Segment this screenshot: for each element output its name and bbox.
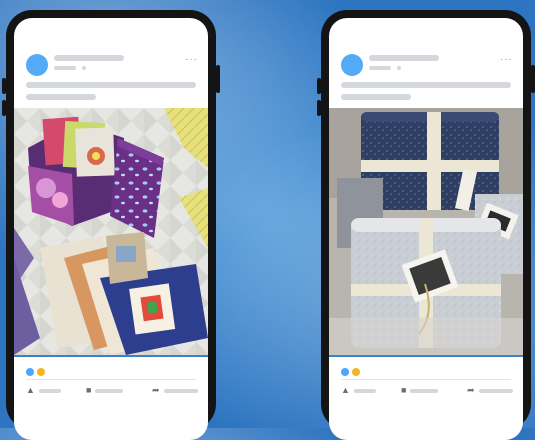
phone-mockup-left: ··· ▲ ■ ➦ <box>2 10 220 440</box>
like-button[interactable]: ▲ <box>341 386 376 395</box>
love-reaction-icon <box>352 368 361 376</box>
more-icon[interactable]: ··· <box>500 54 513 65</box>
avatar[interactable] <box>26 54 48 76</box>
phone-mockup-right: ··· ▲ ■ ➦ <box>317 10 535 440</box>
photo-divider <box>14 355 208 357</box>
comment-button[interactable]: ■ <box>86 385 124 395</box>
share-icon: ➦ <box>467 385 475 395</box>
like-reaction-icon <box>26 368 34 376</box>
photo-divider <box>329 355 523 357</box>
fabric-box-photo <box>14 108 208 355</box>
phone-power-button <box>216 65 220 93</box>
privacy-icon <box>82 66 86 70</box>
post-text-line <box>26 82 196 88</box>
like-icon: ▲ <box>341 385 350 395</box>
share-icon: ➦ <box>152 385 160 395</box>
author-name-placeholder[interactable] <box>369 55 439 61</box>
love-reaction-icon <box>37 368 46 376</box>
phone-side-button <box>2 78 6 94</box>
phone-side-button <box>317 100 321 116</box>
action-divider <box>341 379 511 380</box>
more-icon[interactable]: ··· <box>185 54 198 65</box>
privacy-icon <box>397 66 401 70</box>
post-header: ··· <box>329 18 523 103</box>
phone-screen: ··· ▲ ■ ➦ <box>329 18 523 440</box>
comment-icon: ■ <box>86 385 92 395</box>
post-text-line <box>341 94 411 100</box>
comment-icon: ■ <box>401 385 407 395</box>
phone-screen: ··· ▲ ■ ➦ <box>14 18 208 440</box>
post-time-placeholder <box>54 66 76 70</box>
post-text-line <box>26 94 96 100</box>
comment-button[interactable]: ■ <box>401 385 439 395</box>
author-name-placeholder[interactable] <box>54 55 124 61</box>
share-button[interactable]: ➦ <box>467 386 513 395</box>
like-button[interactable]: ▲ <box>26 386 61 395</box>
like-icon: ▲ <box>26 385 35 395</box>
post-text-line <box>341 82 511 88</box>
phone-side-button <box>2 100 6 116</box>
action-divider <box>26 379 196 380</box>
avatar[interactable] <box>341 54 363 76</box>
share-button[interactable]: ➦ <box>152 386 198 395</box>
phone-power-button <box>531 65 535 93</box>
post-actions: ▲ ■ ➦ <box>14 386 208 400</box>
post-photo[interactable] <box>14 108 208 355</box>
post-actions: ▲ ■ ➦ <box>329 386 523 400</box>
post-header: ··· <box>14 18 208 103</box>
post-time-placeholder <box>369 66 391 70</box>
phone-side-button <box>317 78 321 94</box>
fabric-bundles-photo <box>329 108 523 355</box>
like-reaction-icon <box>341 368 349 376</box>
post-photo[interactable] <box>329 108 523 355</box>
